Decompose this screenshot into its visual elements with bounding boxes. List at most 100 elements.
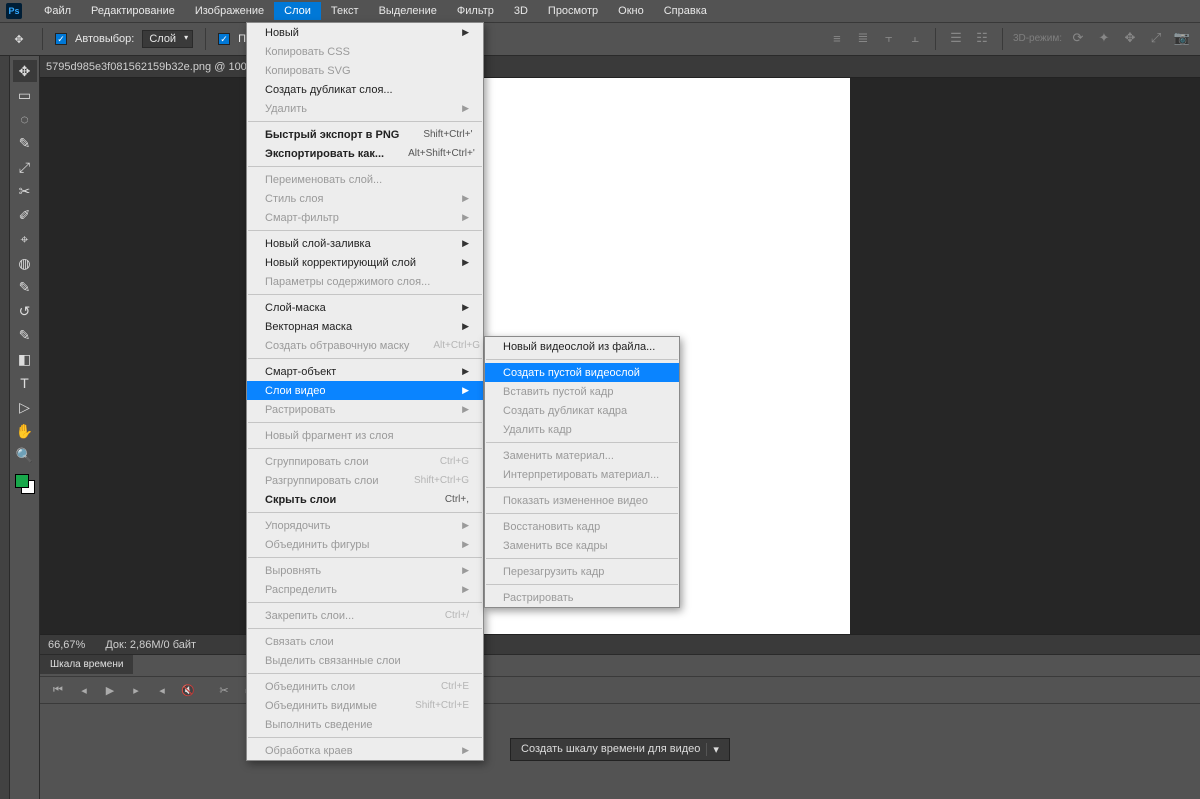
menu-фильтр[interactable]: Фильтр — [447, 2, 504, 20]
menu-выделение[interactable]: Выделение — [369, 2, 447, 20]
prev-frame-icon[interactable]: ◂ — [76, 684, 92, 697]
menu-item[interactable]: Новый видеослой из файла... — [485, 337, 679, 356]
menu-редактирование[interactable]: Редактирование — [81, 2, 185, 20]
tool-15[interactable]: ✋ — [13, 420, 37, 442]
color-swatch[interactable] — [15, 474, 35, 494]
scissors-icon[interactable]: ✂ — [216, 684, 232, 697]
zoom-readout[interactable]: 66,67% — [48, 639, 85, 651]
menu-изображение[interactable]: Изображение — [185, 2, 274, 20]
timeline-tab[interactable]: Шкала времени — [40, 655, 133, 674]
tool-16[interactable]: 🔍 — [13, 444, 37, 466]
menu-3d[interactable]: 3D — [504, 2, 538, 20]
tool-8[interactable]: ◍ — [13, 252, 37, 274]
auto-select-checkbox[interactable]: ✓ — [55, 33, 67, 45]
menu-item: Сгруппировать слоиCtrl+G — [247, 452, 483, 471]
menu-item: Объединить фигуры▶ — [247, 535, 483, 554]
3d-icon[interactable]: ✦ — [1094, 28, 1114, 48]
menu-item: Объединить слоиCtrl+E — [247, 677, 483, 696]
tool-14[interactable]: ▷ — [13, 396, 37, 418]
menu-слои[interactable]: Слои — [274, 2, 321, 20]
tool-1[interactable]: ▭ — [13, 84, 37, 106]
show-transform-checkbox[interactable]: ✓ — [218, 33, 230, 45]
menu-item[interactable]: Скрыть слоиCtrl+, — [247, 490, 483, 509]
panel-collapse-strip[interactable] — [0, 56, 10, 799]
3d-icon[interactable]: ⟳ — [1068, 28, 1088, 48]
auto-select-label: Автовыбор: — [75, 33, 134, 45]
menu-item: Создать дубликат кадра — [485, 401, 679, 420]
menu-просмотр[interactable]: Просмотр — [538, 2, 608, 20]
3d-icon[interactable]: 📷 — [1172, 28, 1192, 48]
menu-item: Перезагрузить кадр — [485, 562, 679, 581]
menu-item[interactable]: Новый слой-заливка▶ — [247, 234, 483, 253]
menu-item: Копировать SVG — [247, 61, 483, 80]
menu-окно[interactable]: Окно — [608, 2, 654, 20]
tool-0[interactable]: ✥ — [13, 60, 37, 82]
menu-item: Смарт-фильтр▶ — [247, 208, 483, 227]
align-cluster: ≡≣ ⫟⫠ ☰☷ 3D-режим: ⟳✦ ✥⤢ 📷 — [827, 28, 1192, 50]
align-icon[interactable]: ⫟ — [879, 28, 899, 48]
menu-текст[interactable]: Текст — [321, 2, 369, 20]
menu-item[interactable]: Создать дубликат слоя... — [247, 80, 483, 99]
menu-item[interactable]: Быстрый экспорт в PNGShift+Ctrl+' — [247, 125, 483, 144]
menu-item[interactable]: Новый▶ — [247, 23, 483, 42]
last-frame-icon[interactable]: ◂ — [154, 684, 170, 697]
create-video-timeline-button[interactable]: Создать шкалу времени для видео▾ — [510, 738, 730, 761]
menu-item: Упорядочить▶ — [247, 516, 483, 535]
first-frame-icon[interactable]: ⏮ — [50, 684, 66, 697]
menu-item: Стиль слоя▶ — [247, 189, 483, 208]
menu-item: Создать обтравочную маскуAlt+Ctrl+G — [247, 336, 483, 355]
tool-10[interactable]: ↺ — [13, 300, 37, 322]
menu-item: Заменить все кадры — [485, 536, 679, 555]
3d-icon[interactable]: ⤢ — [1146, 28, 1166, 48]
play-icon[interactable]: ▶ — [102, 684, 118, 697]
menu-item: Выполнить сведение — [247, 715, 483, 734]
tool-7[interactable]: ⌖ — [13, 228, 37, 250]
menu-item[interactable]: Слой-маска▶ — [247, 298, 483, 317]
toolbar: ✥▭◌✎⤢✂✐⌖◍✎↺✎◧T▷✋🔍 — [10, 56, 40, 799]
menu-item: Растрировать — [485, 588, 679, 607]
align-icon[interactable]: ⫠ — [905, 28, 925, 48]
menubar: Ps ФайлРедактированиеИзображениеСлоиТекс… — [0, 0, 1200, 22]
menu-item: Показать измененное видео — [485, 491, 679, 510]
tool-11[interactable]: ✎ — [13, 324, 37, 346]
menu-item[interactable]: Экспортировать как...Alt+Shift+Ctrl+' — [247, 144, 483, 163]
menu-item[interactable]: Векторная маска▶ — [247, 317, 483, 336]
tool-5[interactable]: ✂ — [13, 180, 37, 202]
menu-item: Выделить связанные слои — [247, 651, 483, 670]
menu-файл[interactable]: Файл — [34, 2, 81, 20]
tool-4[interactable]: ⤢ — [13, 156, 37, 178]
tool-9[interactable]: ✎ — [13, 276, 37, 298]
menu-item: Распределить▶ — [247, 580, 483, 599]
menu-item: Переименовать слой... — [247, 170, 483, 189]
align-icon[interactable]: ≣ — [853, 28, 873, 48]
menu-item: Вставить пустой кадр — [485, 382, 679, 401]
menu-item: Удалить▶ — [247, 99, 483, 118]
menu-item: Интерпретировать материал... — [485, 465, 679, 484]
menu-item: Обработка краев▶ — [247, 741, 483, 760]
timeline-panel: Шкала времени ⏮ ◂ ▶ ▸ ◂ 🔇 ✂ ▭ Создать шк… — [40, 654, 1200, 799]
menu-справка[interactable]: Справка — [654, 2, 717, 20]
options-bar: ✥ ✓ Автовыбор: Слой ✓ Показ... ≡≣ ⫟⫠ ☰☷ … — [0, 22, 1200, 56]
document-tab[interactable]: 5795d985e3f081562159b32e.png @ 100% (R..… — [40, 56, 1200, 78]
3d-icon[interactable]: ✥ — [1120, 28, 1140, 48]
tool-2[interactable]: ◌ — [13, 108, 37, 130]
tool-13[interactable]: T — [13, 372, 37, 394]
audio-icon[interactable]: 🔇 — [180, 684, 196, 697]
menu-item[interactable]: Смарт-объект▶ — [247, 362, 483, 381]
status-bar: 66,67% Док: 2,86M/0 байт — [40, 634, 1200, 654]
tool-6[interactable]: ✐ — [13, 204, 37, 226]
menu-item[interactable]: Новый корректирующий слой▶ — [247, 253, 483, 272]
tool-12[interactable]: ◧ — [13, 348, 37, 370]
align-icon[interactable]: ≡ — [827, 28, 847, 48]
layers-menu: Новый▶Копировать CSSКопировать SVGСоздат… — [246, 22, 484, 761]
distribute-icon[interactable]: ☷ — [972, 28, 992, 48]
auto-select-dropdown[interactable]: Слой — [142, 30, 193, 48]
menu-item[interactable]: Слои видео▶ — [247, 381, 483, 400]
menu-item: Связать слои — [247, 632, 483, 651]
distribute-icon[interactable]: ☰ — [946, 28, 966, 48]
tool-3[interactable]: ✎ — [13, 132, 37, 154]
menu-item[interactable]: Создать пустой видеослой — [485, 363, 679, 382]
menu-item: Растрировать▶ — [247, 400, 483, 419]
next-frame-icon[interactable]: ▸ — [128, 684, 144, 697]
menu-item: Новый фрагмент из слоя — [247, 426, 483, 445]
